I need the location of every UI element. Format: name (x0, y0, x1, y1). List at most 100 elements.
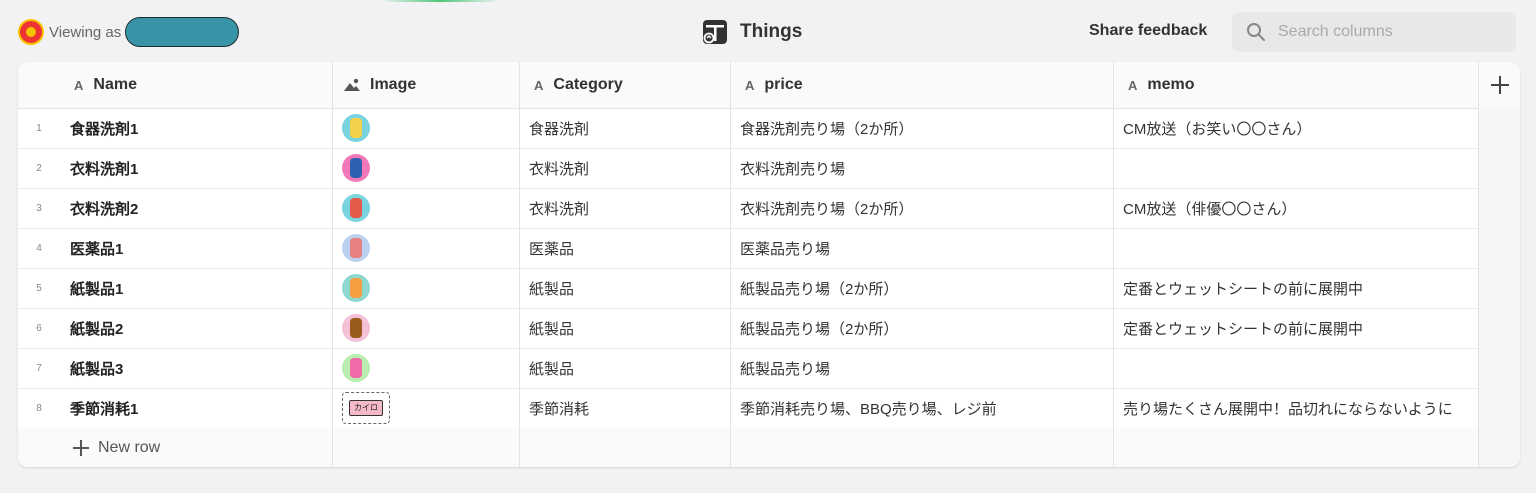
laundry-detergent-icon (342, 154, 370, 182)
new-row-button[interactable]: New row (72, 428, 160, 467)
cell-name[interactable]: 紙製品2 (70, 308, 322, 348)
cell-category[interactable]: 医薬品 (529, 228, 720, 268)
cell-category[interactable]: 季節消耗 (529, 388, 720, 428)
cell-name[interactable]: 衣料洗剤1 (70, 148, 322, 188)
cell-price[interactable]: 紙製品売り場 (740, 348, 1103, 388)
cell-price[interactable]: 季節消耗売り場、BBQ売り場、レジ前 (740, 388, 1103, 428)
cell-memo[interactable] (1123, 348, 1478, 388)
cell-image[interactable] (342, 348, 509, 388)
user-selector[interactable] (125, 17, 240, 47)
table-row[interactable]: 5 紙製品1 紙製品 紙製品売り場（2か所） 定番とウェットシートの前に展開中 (18, 268, 1478, 309)
page-title: Things (740, 21, 803, 42)
column-divider[interactable] (519, 62, 520, 467)
column-divider[interactable] (1478, 62, 1479, 467)
cell-category[interactable]: 衣料洗剤 (529, 188, 720, 228)
pill-capsule-icon (342, 234, 370, 262)
cell-category[interactable]: 紙製品 (529, 348, 720, 388)
cell-category[interactable]: 衣料洗剤 (529, 148, 720, 188)
table-row[interactable]: 4 医薬品1 医薬品 医薬品売り場 (18, 228, 1478, 269)
row-number: 8 (36, 402, 42, 414)
column-label: Image (370, 76, 417, 93)
table-app-icon (703, 20, 727, 44)
cell-name[interactable]: 季節消耗1 (70, 388, 322, 428)
text-type-icon: A (1128, 77, 1138, 93)
table-row[interactable]: 8 季節消耗1 カイロ 季節消耗 季節消耗売り場、BBQ売り場、レジ前 売り場たくさん展開… (18, 388, 1478, 429)
cell-image[interactable] (342, 268, 509, 308)
cell-category[interactable]: 食器洗剤 (529, 108, 720, 148)
plus-icon (1491, 76, 1509, 94)
data-table: A Name Image A Category A price A memo 1… (18, 62, 1520, 467)
laundry-box-icon (342, 194, 370, 222)
column-header-image[interactable]: Image (344, 62, 416, 108)
cell-image[interactable] (342, 108, 509, 148)
column-label: memo (1147, 76, 1195, 93)
cell-name[interactable]: 医薬品1 (70, 228, 322, 268)
cell-category[interactable]: 紙製品 (529, 268, 720, 308)
add-column-button[interactable] (1480, 62, 1520, 108)
cell-image[interactable] (342, 148, 509, 188)
table-row[interactable]: 1 食器洗剤1 食器洗剤 食器洗剤売り場（2か所） CM放送（お笑い〇〇さん） (18, 108, 1478, 149)
cell-image[interactable]: カイロ (342, 388, 509, 428)
cell-memo[interactable]: 定番とウェットシートの前に展開中 (1123, 268, 1478, 308)
column-divider[interactable] (1113, 62, 1114, 467)
column-header-name[interactable]: A Name (74, 62, 137, 108)
new-row-label: New row (98, 438, 161, 456)
row-number: 7 (36, 362, 42, 374)
column-label: Category (553, 76, 623, 93)
cell-name[interactable]: 食器洗剤1 (70, 108, 322, 148)
cell-image[interactable] (342, 228, 509, 268)
avatar[interactable] (18, 19, 44, 45)
row-number: 2 (36, 162, 42, 174)
column-header-price[interactable]: A price (745, 62, 803, 108)
column-header-memo[interactable]: A memo (1128, 62, 1195, 108)
cell-memo[interactable]: 売り場たくさん展開中！品切れにならないように (1123, 388, 1478, 428)
cell-memo[interactable] (1123, 228, 1478, 268)
cell-price[interactable]: 紙製品売り場（2か所） (740, 268, 1103, 308)
search-columns[interactable] (1232, 12, 1516, 52)
column-label: price (764, 76, 803, 93)
table-row[interactable]: 7 紙製品3 紙製品 紙製品売り場 (18, 348, 1478, 389)
loading-indicator (380, 0, 500, 2)
cell-memo[interactable]: CM放送（お笑い〇〇さん） (1123, 108, 1478, 148)
row-number: 4 (36, 242, 42, 254)
row-number: 3 (36, 202, 42, 214)
cell-price[interactable]: 医薬品売り場 (740, 228, 1103, 268)
table-row[interactable]: 2 衣料洗剤1 衣料洗剤 衣料洗剤売り場 (18, 148, 1478, 189)
cell-price[interactable]: 衣料洗剤売り場 (740, 148, 1103, 188)
heat-pack-label: カイロ (349, 400, 383, 416)
cell-price[interactable]: 衣料洗剤売り場（2か所） (740, 188, 1103, 228)
plus-icon (72, 439, 90, 457)
image-type-icon (344, 78, 360, 92)
text-type-icon: A (745, 77, 755, 93)
text-type-icon: A (534, 77, 544, 93)
top-bar: Viewing as Things Share feedback (0, 0, 1536, 62)
share-feedback-button[interactable]: Share feedback (1089, 22, 1207, 40)
cell-memo[interactable] (1123, 148, 1478, 188)
column-divider[interactable] (730, 62, 731, 467)
cell-price[interactable]: 食器洗剤売り場（2か所） (740, 108, 1103, 148)
column-header-category[interactable]: A Category (534, 62, 623, 108)
text-type-icon: A (74, 77, 84, 93)
cell-name[interactable]: 紙製品3 (70, 348, 322, 388)
cell-memo[interactable]: 定番とウェットシートの前に展開中 (1123, 308, 1478, 348)
detergent-bottle-icon (342, 114, 370, 142)
row-number: 5 (36, 282, 42, 294)
search-input[interactable] (1276, 22, 1500, 42)
new-row-bar: New row (18, 428, 1478, 467)
table-header: A Name Image A Category A price A memo (18, 62, 1520, 109)
row-number: 6 (36, 322, 42, 334)
cell-memo[interactable]: CM放送（俳優〇〇さん） (1123, 188, 1478, 228)
add-column-strip (1478, 108, 1520, 467)
wet-wipes-icon (342, 354, 370, 382)
cell-name[interactable]: 紙製品1 (70, 268, 322, 308)
viewing-as: Viewing as (18, 16, 240, 48)
column-divider[interactable] (332, 62, 333, 467)
table-row[interactable]: 3 衣料洗剤2 衣料洗剤 衣料洗剤売り場（2か所） CM放送（俳優〇〇さん） (18, 188, 1478, 229)
cell-price[interactable]: 紙製品売り場（2か所） (740, 308, 1103, 348)
cell-image[interactable] (342, 308, 509, 348)
row-number: 1 (36, 122, 42, 134)
cell-category[interactable]: 紙製品 (529, 308, 720, 348)
table-row[interactable]: 6 紙製品2 紙製品 紙製品売り場（2か所） 定番とウェットシートの前に展開中 (18, 308, 1478, 349)
cell-image[interactable] (342, 188, 509, 228)
cell-name[interactable]: 衣料洗剤2 (70, 188, 322, 228)
